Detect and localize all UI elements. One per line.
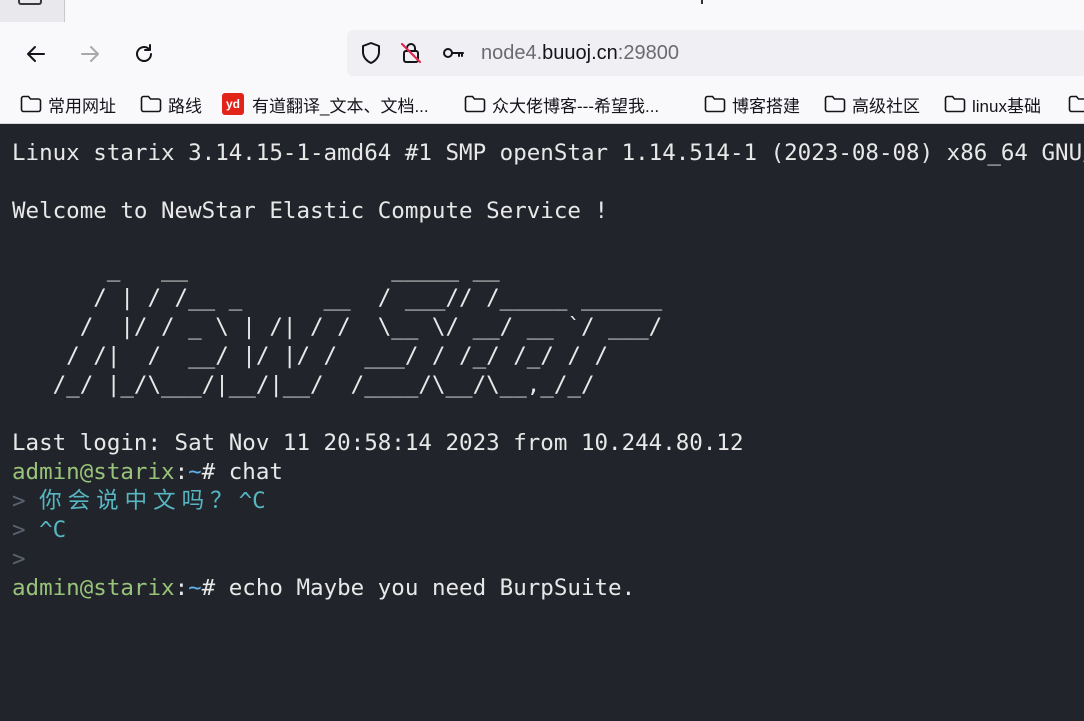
tab-strip (0, 0, 1084, 22)
ascii-art-line: / |/ / _ \ | /| / / \__ \/ __/ __ `/ ___… (12, 314, 663, 340)
bookmark-label: 博客搭建 (732, 96, 800, 116)
prompt-line: admin@starix:~# echo Maybe you need Burp… (12, 574, 635, 603)
prompt-line: admin@starix:~# chat (12, 458, 283, 487)
bookmark-youdao[interactable]: yd 有道翻译_文本、文档... (222, 92, 429, 116)
folder-icon (824, 95, 846, 113)
chat-interrupt: ^C (238, 488, 266, 514)
chat-prompt-marker: > (12, 546, 26, 572)
back-button[interactable] (18, 36, 54, 72)
folder-icon (140, 95, 162, 113)
forward-button[interactable] (72, 36, 108, 72)
prompt-hash: # (201, 575, 216, 601)
bookmark-folder-4[interactable]: 众大佬博客---希望我... (464, 92, 659, 116)
bookmark-label: 路线 (168, 96, 202, 116)
url-port: :29800 (617, 42, 679, 64)
kernel-banner: Linux starix 3.14.15-1-amd64 #1 SMP open… (12, 140, 1084, 166)
prompt-path: ~ (188, 459, 202, 485)
reload-button[interactable] (126, 36, 162, 72)
url-text[interactable]: node4.buuoj.cn:29800 (481, 41, 679, 65)
chat-line: > ^C (12, 516, 66, 545)
folder-icon (464, 95, 486, 113)
chat-interrupt: ^C (39, 517, 67, 543)
bookmark-label: 常用网址 (48, 96, 116, 116)
command-text: echo Maybe you need BurpSuite. (215, 575, 636, 601)
active-tab[interactable] (65, 0, 1084, 22)
url-host: buuoj.cn (542, 42, 618, 64)
chat-prompt-marker: > (12, 517, 26, 543)
prompt-hash: # (201, 459, 216, 485)
web-terminal[interactable]: Linux starix 3.14.15-1-amd64 #1 SMP open… (0, 126, 1084, 721)
prompt-path: ~ (188, 575, 202, 601)
key-icon[interactable] (441, 41, 465, 65)
browser-window: node4.buuoj.cn:29800 常用网址 路线 yd 有道翻译_文本、… (0, 0, 1084, 721)
prompt-user: admin@starix (12, 575, 175, 601)
youdao-icon: yd (222, 93, 244, 115)
address-bar[interactable]: node4.buuoj.cn:29800 (347, 30, 1084, 76)
chat-line: > (12, 545, 26, 574)
bookmark-label: 高级社区 (852, 96, 920, 116)
ascii-art-line: / /| / __/ |/ |/ / ___/ / /_/ /_/ / / (12, 343, 609, 369)
arrow-right-icon (81, 46, 99, 62)
chat-line: > 你会说中文吗？^C (12, 487, 266, 516)
bookmark-folder-6[interactable]: 高级社区 (824, 92, 920, 116)
ascii-art-line: _ __ _____ __ (12, 256, 500, 282)
folder-icon (1068, 95, 1084, 113)
prompt-separator: : (174, 575, 189, 601)
prompt-user: admin@starix (12, 459, 175, 485)
tab-close-icon (701, 0, 703, 4)
bookmark-label: 有道翻译_文本、文档... (252, 96, 429, 116)
nav-toolbar: node4.buuoj.cn:29800 (0, 22, 1084, 84)
insecure-lock-icon[interactable] (399, 41, 423, 65)
bookmark-folder-5[interactable]: 博客搭建 (704, 92, 800, 116)
chat-input-text: 你会说中文吗？ (39, 488, 239, 514)
bookmark-folder-2[interactable]: 路线 (140, 92, 202, 116)
bookmark-label: 众大佬博客---希望我... (492, 96, 660, 116)
welcome-message: Welcome to NewStar Elastic Compute Servi… (12, 198, 609, 224)
bookmark-overflow-folder[interactable] (1068, 92, 1084, 116)
last-login-line: Last login: Sat Nov 11 20:58:14 2023 fro… (12, 430, 744, 456)
chat-prompt-marker: > (12, 488, 26, 514)
bookmarks-bar: 常用网址 路线 yd 有道翻译_文本、文档... 众大佬博客---希望我... … (0, 84, 1084, 124)
reload-icon (136, 44, 152, 62)
tab-overview-button[interactable] (0, 0, 65, 22)
bookmark-folder-1[interactable]: 常用网址 (20, 92, 116, 116)
bookmark-label: linux基础 (972, 96, 1041, 116)
url-prefix: node4. (481, 42, 543, 64)
folder-icon (20, 95, 42, 113)
prompt-separator: : (174, 459, 189, 485)
arrow-left-icon (27, 46, 45, 62)
tab-list-icon (18, 0, 42, 5)
command-text: chat (215, 459, 283, 485)
ascii-art-line: / | / /__ _ __ / ___// /_____ ______ (12, 285, 663, 311)
shield-icon[interactable] (359, 41, 383, 65)
folder-icon (944, 95, 966, 113)
bookmark-folder-7[interactable]: linux基础 (944, 92, 1041, 116)
ascii-art-line: /_/ |_/\___/|__/|__/ /____/\__/\__,_/_/ (12, 372, 595, 398)
folder-icon (704, 95, 726, 113)
